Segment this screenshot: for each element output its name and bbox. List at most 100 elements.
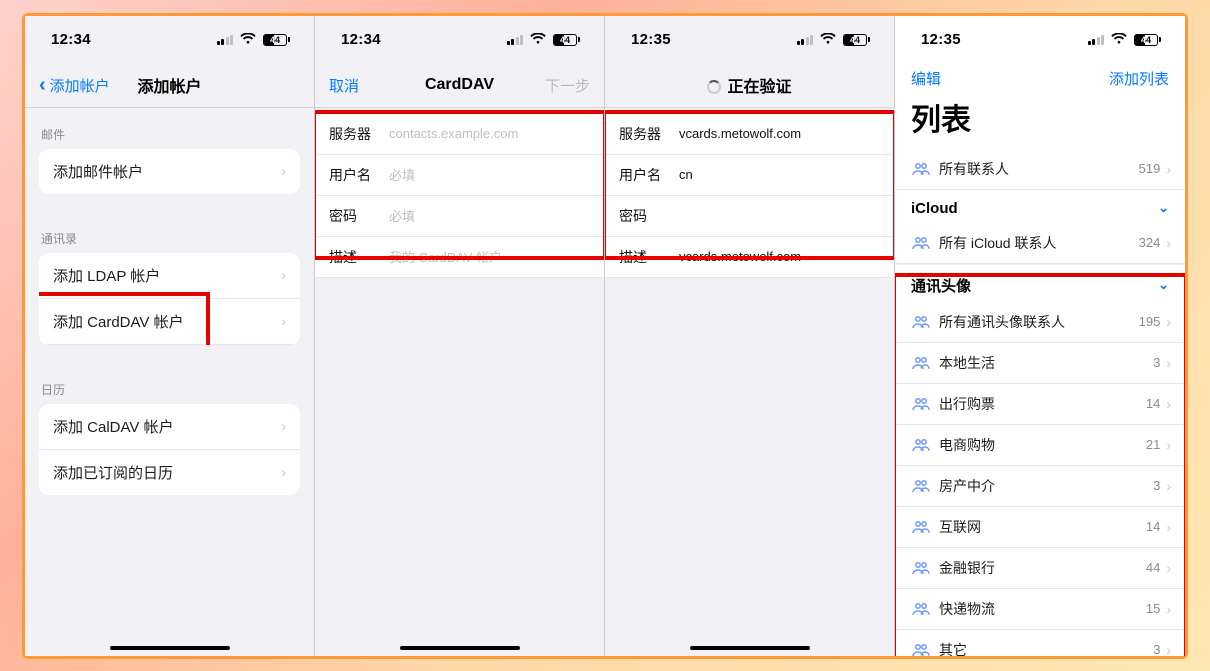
battery-icon: 44 xyxy=(1134,34,1161,46)
list-item[interactable]: 本地生活3› xyxy=(895,343,1185,384)
list-item[interactable]: 所有通讯头像联系人195› xyxy=(895,302,1185,343)
row-label: 快递物流 xyxy=(939,599,1146,619)
content[interactable]: 服务器 contacts.example.com 用户名 必填 密码 必填 描述… xyxy=(315,108,604,656)
chevron-right-icon: › xyxy=(1166,560,1171,576)
row-label: 金融银行 xyxy=(939,558,1146,578)
row-add-caldav[interactable]: 添加 CalDAV 帐户 › xyxy=(39,404,300,450)
list-item[interactable]: 出行购票14› xyxy=(895,384,1185,425)
chevron-right-icon: › xyxy=(1166,355,1171,371)
row-add-subscribed-cal[interactable]: 添加已订阅的日历 › xyxy=(39,450,300,495)
status-time: 12:34 xyxy=(341,31,381,48)
row-label: 互联网 xyxy=(939,517,1146,537)
chevron-right-icon: › xyxy=(281,267,286,283)
people-icon xyxy=(909,356,933,370)
row-add-ldap[interactable]: 添加 LDAP 帐户 › xyxy=(39,253,300,299)
row-label: 电商购物 xyxy=(939,435,1146,455)
wifi-icon xyxy=(820,32,836,48)
row-label: 所有联系人 xyxy=(939,159,1139,179)
cancel-button[interactable]: 取消 xyxy=(329,75,359,96)
home-indicator[interactable] xyxy=(400,646,520,650)
screen-carddav-form-empty: 12:34 44 取消 CardDAV 下一步 服务器 contacts.exa… xyxy=(315,16,605,656)
list-item[interactable]: 互联网14 › xyxy=(895,507,1185,548)
home-indicator[interactable] xyxy=(110,646,230,650)
row-count: 15 xyxy=(1146,601,1160,616)
next-label: 下一步 xyxy=(545,75,590,96)
verifying-label: 正在验证 xyxy=(727,79,791,96)
row-add-carddav[interactable]: 添加 CardDAV 帐户 › xyxy=(39,299,300,345)
field-label: 密码 xyxy=(619,206,679,226)
field-placeholder: 必填 xyxy=(389,206,590,225)
cellular-icon xyxy=(217,35,234,45)
field-value: vcards.metowolf.com xyxy=(679,126,880,141)
field-username[interactable]: 用户名 cn xyxy=(605,155,894,196)
people-icon xyxy=(909,162,933,176)
chevron-right-icon: › xyxy=(1166,437,1171,453)
status-time: 12:34 xyxy=(51,31,91,48)
row-count: 3 xyxy=(1153,478,1160,493)
field-label: 用户名 xyxy=(329,165,389,185)
field-server[interactable]: 服务器 vcards.metowolf.com xyxy=(605,114,894,155)
list-item[interactable]: 所有 iCloud 联系人324› xyxy=(895,223,1185,264)
carddav-form: 服务器 contacts.example.com 用户名 必填 密码 必填 描述… xyxy=(315,114,604,278)
battery-icon: 44 xyxy=(553,34,580,46)
status-icons: 44 xyxy=(507,32,581,48)
list-item[interactable]: 房产中介3 › xyxy=(895,466,1185,507)
chevron-right-icon: › xyxy=(1166,601,1171,617)
row-add-mail[interactable]: 添加邮件帐户 › xyxy=(39,149,300,194)
list-item[interactable]: 电商购物21 › xyxy=(895,425,1185,466)
field-password[interactable]: 密码 必填 xyxy=(315,196,604,237)
field-password[interactable]: 密码 xyxy=(605,196,894,237)
screen-add-account: 12:34 44 ‹添加帐户 添加帐户 邮件 添加邮件帐户 › xyxy=(25,16,315,656)
content[interactable]: 所有联系人 519 › iCloud ⌄ 所有 iCloud 联系人324› 通… xyxy=(895,149,1185,656)
field-label: 用户名 xyxy=(619,165,679,185)
list-item[interactable]: 其它3› xyxy=(895,630,1185,656)
field-description[interactable]: 描述 我的 CardDAV 帐户 xyxy=(315,237,604,278)
screen-contacts-lists: 12:35 44 编辑 添加列表 列表 所有联系人 519 › iCloud xyxy=(895,16,1185,656)
back-label: 添加帐户 xyxy=(50,75,110,96)
chevron-right-icon: › xyxy=(1166,235,1171,251)
chevron-right-icon: › xyxy=(1166,519,1171,535)
next-button[interactable]: 下一步 xyxy=(545,75,590,96)
field-placeholder: 必填 xyxy=(389,165,590,184)
field-label: 描述 xyxy=(329,247,389,267)
edit-button[interactable]: 编辑 xyxy=(911,68,941,89)
status-icons: 44 xyxy=(1088,32,1162,48)
add-list-button[interactable]: 添加列表 xyxy=(1109,68,1169,89)
people-icon xyxy=(909,643,933,656)
field-description[interactable]: 描述 vcards.metowolf.com xyxy=(605,237,894,278)
status-time: 12:35 xyxy=(631,31,671,48)
people-icon xyxy=(909,561,933,575)
chevron-right-icon: › xyxy=(281,418,286,434)
icloud-rows: 所有 iCloud 联系人324› xyxy=(895,223,1185,264)
chevron-left-icon: ‹ xyxy=(39,74,46,97)
chevron-right-icon: › xyxy=(1166,478,1171,494)
row-label: 添加 LDAP 帐户 xyxy=(53,265,160,286)
row-all-contacts[interactable]: 所有联系人 519 › xyxy=(895,149,1185,190)
people-icon xyxy=(909,438,933,452)
field-value: cn xyxy=(679,167,880,182)
field-server[interactable]: 服务器 contacts.example.com xyxy=(315,114,604,155)
section-header-calendar: 日历 xyxy=(25,363,314,404)
field-placeholder: contacts.example.com xyxy=(389,126,590,141)
field-label: 密码 xyxy=(329,206,389,226)
list-item[interactable]: 快递物流15 › xyxy=(895,589,1185,630)
row-count: 14 xyxy=(1146,396,1160,411)
row-count: 14 xyxy=(1146,519,1160,534)
chevron-down-icon: ⌄ xyxy=(1158,277,1169,293)
field-username[interactable]: 用户名 必填 xyxy=(315,155,604,196)
list-item[interactable]: 金融银行44› xyxy=(895,548,1185,589)
calendar-group: 添加 CalDAV 帐户 › 添加已订阅的日历 › xyxy=(39,404,300,495)
cellular-icon xyxy=(797,35,814,45)
content[interactable]: 服务器 vcards.metowolf.com 用户名 cn 密码 描述 vca… xyxy=(605,108,894,656)
home-indicator[interactable] xyxy=(690,646,810,650)
status-bar: 12:34 44 xyxy=(25,16,314,64)
back-button[interactable]: ‹添加帐户 xyxy=(39,74,110,97)
row-count: 21 xyxy=(1146,437,1160,452)
row-label: 其它 xyxy=(939,640,1153,656)
section-header-avatars[interactable]: 通讯头像 ⌄ xyxy=(895,264,1185,302)
content[interactable]: 邮件 添加邮件帐户 › 通讯录 添加 LDAP 帐户 › 添加 CardDAV … xyxy=(25,108,314,656)
section-header-icloud[interactable]: iCloud ⌄ xyxy=(895,190,1185,223)
row-label: 房产中介 xyxy=(939,476,1153,496)
section-header-mail: 邮件 xyxy=(25,108,314,149)
status-icons: 44 xyxy=(217,32,291,48)
